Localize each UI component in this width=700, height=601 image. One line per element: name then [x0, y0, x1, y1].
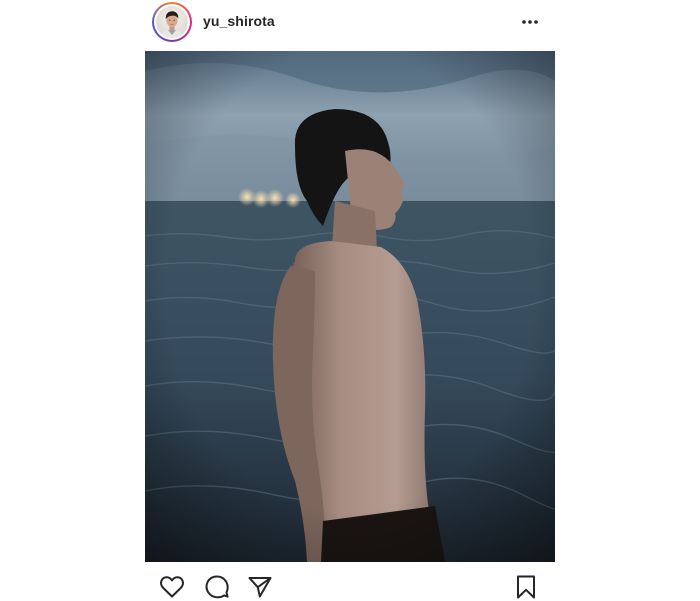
heart-icon [160, 576, 184, 598]
save-button[interactable] [512, 573, 540, 601]
comment-icon [205, 575, 229, 599]
avatar-story-ring[interactable] [152, 2, 192, 42]
post-username[interactable]: yu_shirota [203, 13, 275, 29]
comment-button[interactable] [203, 573, 231, 601]
share-button[interactable] [246, 573, 274, 601]
more-options-icon [522, 20, 538, 24]
more-options-button[interactable] [516, 10, 544, 34]
post-action-bar [0, 566, 700, 600]
avatar[interactable] [156, 6, 188, 38]
like-button[interactable] [158, 573, 186, 601]
paper-plane-icon [248, 577, 272, 598]
avatar-ring-gap [154, 4, 190, 40]
bookmark-icon [517, 575, 535, 599]
post-photo[interactable] [145, 51, 555, 562]
post-header: yu_shirota [0, 0, 700, 44]
